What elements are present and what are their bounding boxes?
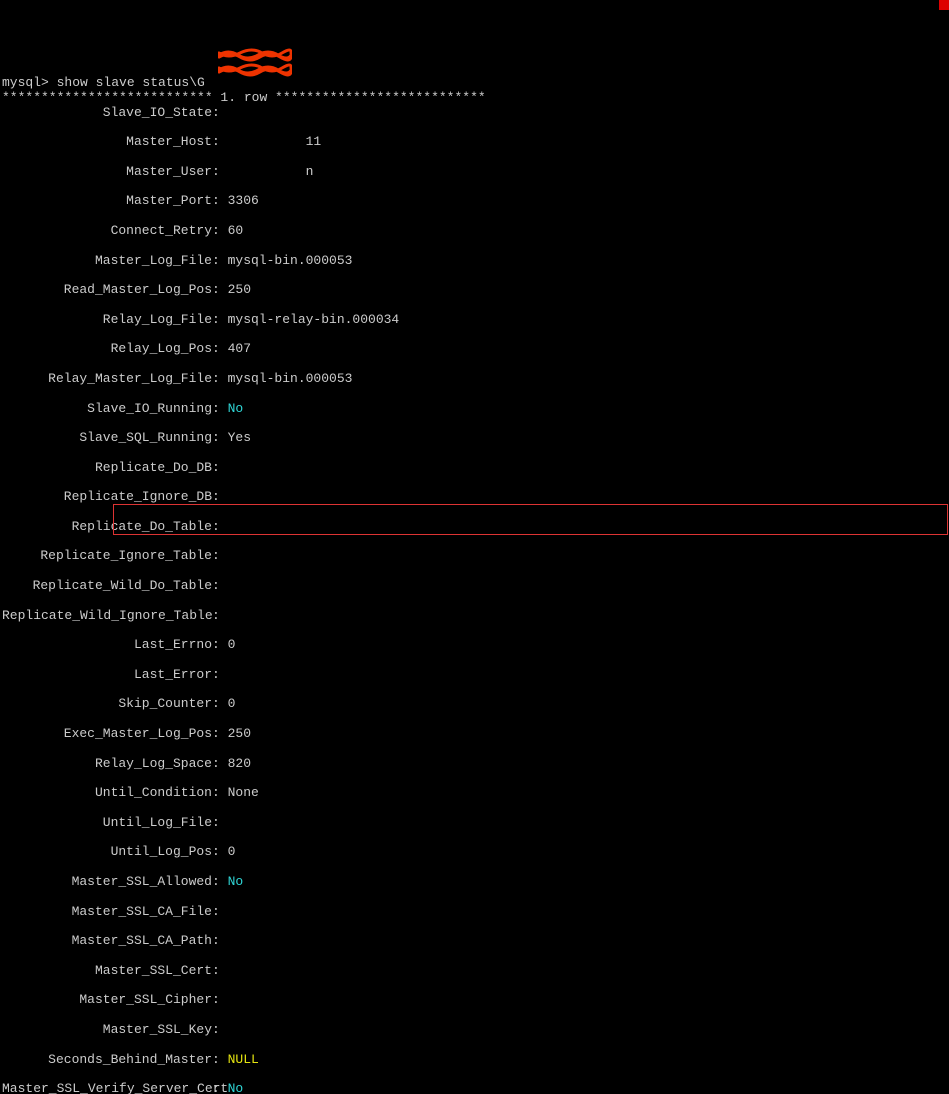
field-master-user: Master_User: n (2, 165, 949, 180)
field-replicate-wild-ignore-table: Replicate_Wild_Ignore_Table: (2, 609, 949, 624)
field-master-ssl-cert: Master_SSL_Cert: (2, 964, 949, 979)
field-replicate-ignore-table: Replicate_Ignore_Table: (2, 549, 949, 564)
field-read-master-log-pos: Read_Master_Log_Pos: 250 (2, 283, 949, 298)
field-master-ssl-ca-file: Master_SSL_CA_File: (2, 905, 949, 920)
field-replicate-do-db: Replicate_Do_DB: (2, 461, 949, 476)
field-master-ssl-key: Master_SSL_Key: (2, 1023, 949, 1038)
field-replicate-wild-do-table: Replicate_Wild_Do_Table: (2, 579, 949, 594)
field-slave-io-state: Slave_IO_State: (2, 106, 949, 121)
field-relay-log-pos: Relay_Log_Pos: 407 (2, 342, 949, 357)
field-until-log-pos: Until_Log_Pos: 0 (2, 845, 949, 860)
prompt-line: mysql> show slave status\G (2, 75, 205, 90)
field-master-log-file: Master_Log_File: mysql-bin.000053 (2, 254, 949, 269)
window-indicator-icon (939, 0, 949, 10)
field-master-port: Master_Port: 3306 (2, 194, 949, 209)
field-relay-log-file: Relay_Log_File: mysql-relay-bin.000034 (2, 313, 949, 328)
row-header: *************************** 1. row *****… (2, 90, 486, 105)
field-master-ssl-ca-path: Master_SSL_CA_Path: (2, 934, 949, 949)
field-connect-retry: Connect_Retry: 60 (2, 224, 949, 239)
field-master-ssl-verify-server-cert: Master_SSL_Verify_Server_Cert: No (2, 1082, 949, 1094)
field-last-error: Last_Error: (2, 668, 949, 683)
field-slave-sql-running: Slave_SQL_Running: Yes (2, 431, 949, 446)
field-seconds-behind-master: Seconds_Behind_Master: NULL (2, 1053, 949, 1068)
field-until-log-file: Until_Log_File: (2, 816, 949, 831)
field-skip-counter: Skip_Counter: 0 (2, 697, 949, 712)
terminal-output: mysql> show slave status\G *************… (0, 59, 949, 1094)
field-replicate-ignore-db: Replicate_Ignore_DB: (2, 490, 949, 505)
field-until-condition: Until_Condition: None (2, 786, 949, 801)
field-master-ssl-allowed: Master_SSL_Allowed: No (2, 875, 949, 890)
field-master-host: Master_Host: 11 (2, 135, 949, 150)
field-slave-io-running: Slave_IO_Running: No (2, 402, 949, 417)
field-relay-master-log-file: Relay_Master_Log_File: mysql-bin.000053 (2, 372, 949, 387)
field-exec-master-log-pos: Exec_Master_Log_Pos: 250 (2, 727, 949, 742)
field-replicate-do-table: Replicate_Do_Table: (2, 520, 949, 535)
field-master-ssl-cipher: Master_SSL_Cipher: (2, 993, 949, 1008)
field-relay-log-space: Relay_Log_Space: 820 (2, 757, 949, 772)
field-last-errno: Last_Errno: 0 (2, 638, 949, 653)
